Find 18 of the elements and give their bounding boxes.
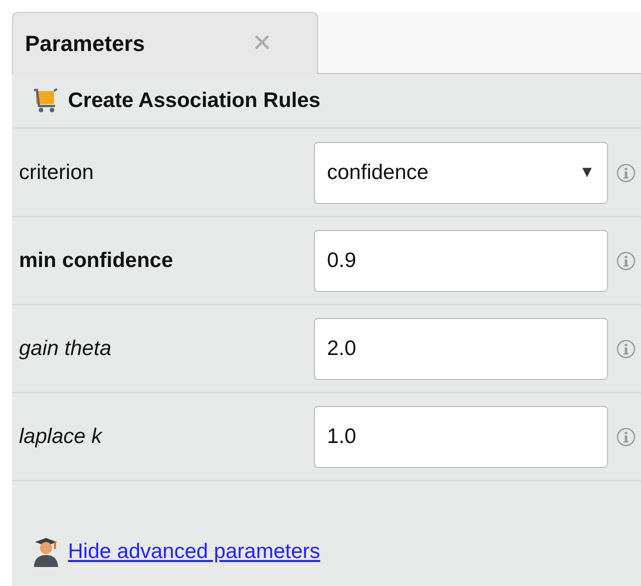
criterion-dropdown[interactable]: confidence ▼ <box>314 142 608 204</box>
parameter-label: laplace k <box>19 424 104 448</box>
parameters-tab[interactable]: Parameters ✕ <box>12 12 318 74</box>
graduate-icon <box>32 536 60 568</box>
parameter-label: gain theta <box>19 336 112 360</box>
parameter-label: criterion <box>19 160 95 184</box>
input-field[interactable]: 1.0 <box>314 406 608 468</box>
input-field[interactable]: 2.0 <box>314 318 608 380</box>
parameter-label: min confidence <box>19 248 174 272</box>
info-icon[interactable] <box>616 162 636 182</box>
info-icon[interactable] <box>616 426 636 446</box>
info-icon[interactable] <box>616 338 636 358</box>
hide-advanced-link[interactable]: Hide advanced parameters <box>68 540 320 564</box>
operator-title: Create Association Rules <box>68 88 320 112</box>
input-field[interactable]: 0.9 <box>314 230 608 292</box>
tab-label: Parameters <box>25 30 145 56</box>
shopping-cart-icon <box>32 86 60 114</box>
info-icon[interactable] <box>616 250 636 270</box>
